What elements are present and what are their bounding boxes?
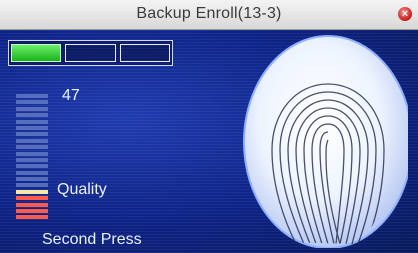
fingerprint-image (243, 35, 413, 249)
title-bar: Backup Enroll(13-3) × (0, 0, 418, 30)
progress-step-3 (119, 44, 170, 62)
quality-meter-bar (16, 145, 48, 150)
quality-meter-bar (16, 132, 48, 137)
enroll-screen: 47 Quality Second Press (0, 30, 418, 253)
quality-meter-bar (16, 215, 48, 220)
progress-step-2 (65, 44, 116, 62)
quality-label: Quality (57, 181, 107, 198)
quality-meter-bar (16, 100, 48, 105)
progress-step-1 (11, 44, 62, 62)
enroll-progress (8, 40, 173, 66)
quality-meter-bar (16, 119, 48, 124)
close-icon[interactable]: × (398, 7, 412, 21)
quality-meter-bar (16, 189, 48, 194)
quality-meter-bar (16, 183, 48, 188)
quality-meter-bar (16, 202, 48, 207)
quality-meter-bar (16, 138, 48, 143)
enroll-status-text: Second Press (42, 231, 142, 248)
quality-meter-bar (16, 177, 48, 182)
quality-meter-bar (16, 151, 48, 156)
window-title: Backup Enroll(13-3) (136, 5, 282, 22)
quality-meter-bar (16, 164, 48, 169)
quality-value: 47 (62, 87, 80, 104)
quality-meter-bar (16, 125, 48, 130)
quality-meter-bar (16, 196, 48, 201)
fingerprint-icon (240, 32, 413, 249)
quality-meter-bar (16, 94, 48, 98)
quality-meter-bar (16, 106, 48, 111)
quality-meter-bar (16, 157, 48, 162)
quality-meter (16, 94, 48, 222)
quality-meter-bar (16, 113, 48, 118)
quality-meter-bar (16, 209, 48, 214)
quality-meter-bar (16, 170, 48, 175)
